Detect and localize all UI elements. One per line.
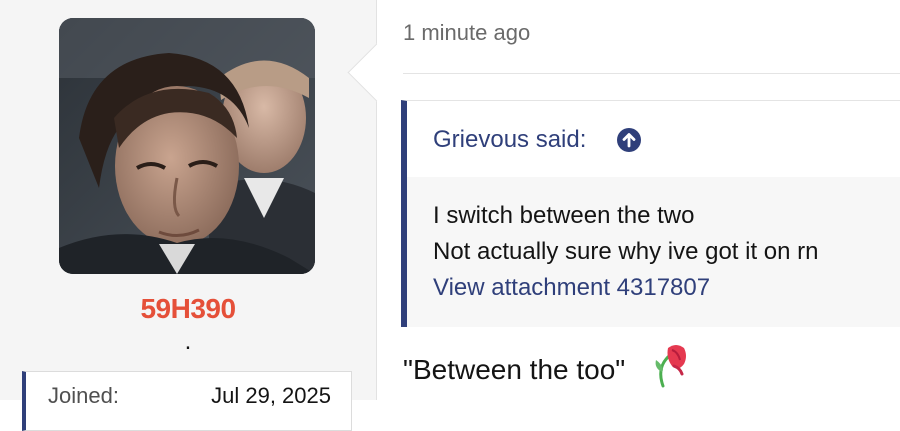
username-link[interactable]: 59H390 xyxy=(0,293,376,325)
quote-line-2: Not actually sure why ive got it on rn xyxy=(433,238,819,265)
wilted-flower-icon xyxy=(655,345,686,388)
avatar-photo xyxy=(59,18,315,274)
message-user-panel: 59H390 . Joined: Jul 29, 2025 xyxy=(0,0,377,431)
joined-value: Jul 29, 2025 xyxy=(211,383,331,408)
attribution-divider xyxy=(403,73,900,74)
joined-label: Joined: xyxy=(48,383,119,408)
quote-content: I switch between the two Not actually su… xyxy=(407,177,900,327)
quote-author-link[interactable]: Grievous said: xyxy=(433,126,586,154)
attachment-link[interactable]: View attachment 4317807 xyxy=(433,274,710,302)
arrow-up-circle-icon[interactable] xyxy=(616,127,642,153)
quote-header: Grievous said: xyxy=(407,101,900,177)
post-timestamp[interactable]: 1 minute ago xyxy=(403,20,530,46)
reply-text: "Between the too" xyxy=(403,354,626,385)
avatar[interactable] xyxy=(59,18,315,274)
quote-line-1: I switch between the two xyxy=(433,202,695,229)
quote-block: Grievous said: I switch between the two … xyxy=(401,100,900,327)
user-extras-panel: Joined: Jul 29, 2025 xyxy=(22,371,352,431)
user-title: . xyxy=(184,328,192,355)
